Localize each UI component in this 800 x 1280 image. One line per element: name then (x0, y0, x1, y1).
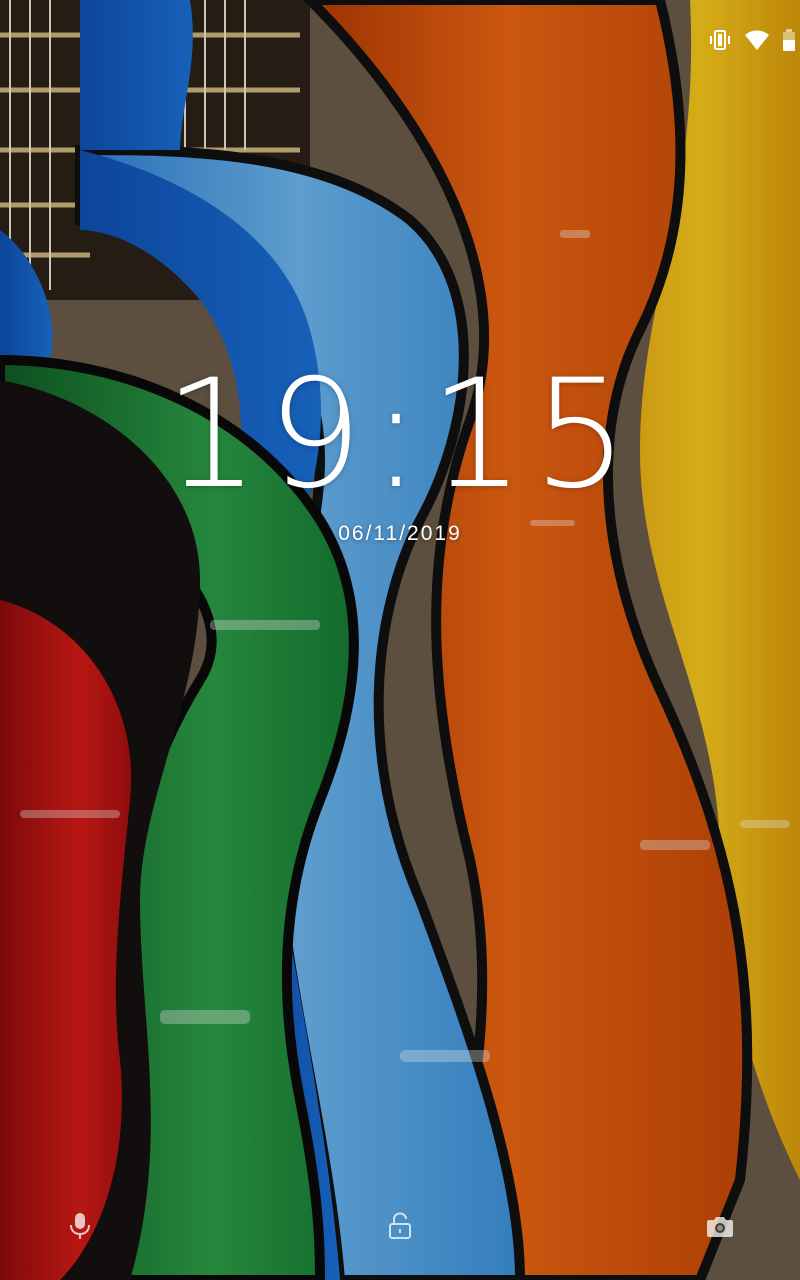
status-icons (708, 28, 796, 52)
unlock-button[interactable] (384, 1212, 416, 1244)
camera-icon (706, 1214, 734, 1242)
wallpaper-dim-overlay (0, 0, 800, 1280)
wifi-icon (744, 29, 770, 51)
voice-assist-button[interactable] (64, 1212, 96, 1244)
lockscreen-date: 06/11/2019 (338, 522, 462, 545)
lock-icon (388, 1212, 412, 1244)
battery-icon (782, 28, 796, 52)
camera-shortcut-button[interactable] (704, 1212, 736, 1244)
vibrate-icon (708, 28, 732, 52)
lockscreen-clock: 19:15 (163, 348, 637, 522)
status-bar (0, 0, 800, 80)
lock-screen: 19:15 06/11/2019 (0, 0, 800, 1280)
microphone-icon (69, 1212, 91, 1244)
